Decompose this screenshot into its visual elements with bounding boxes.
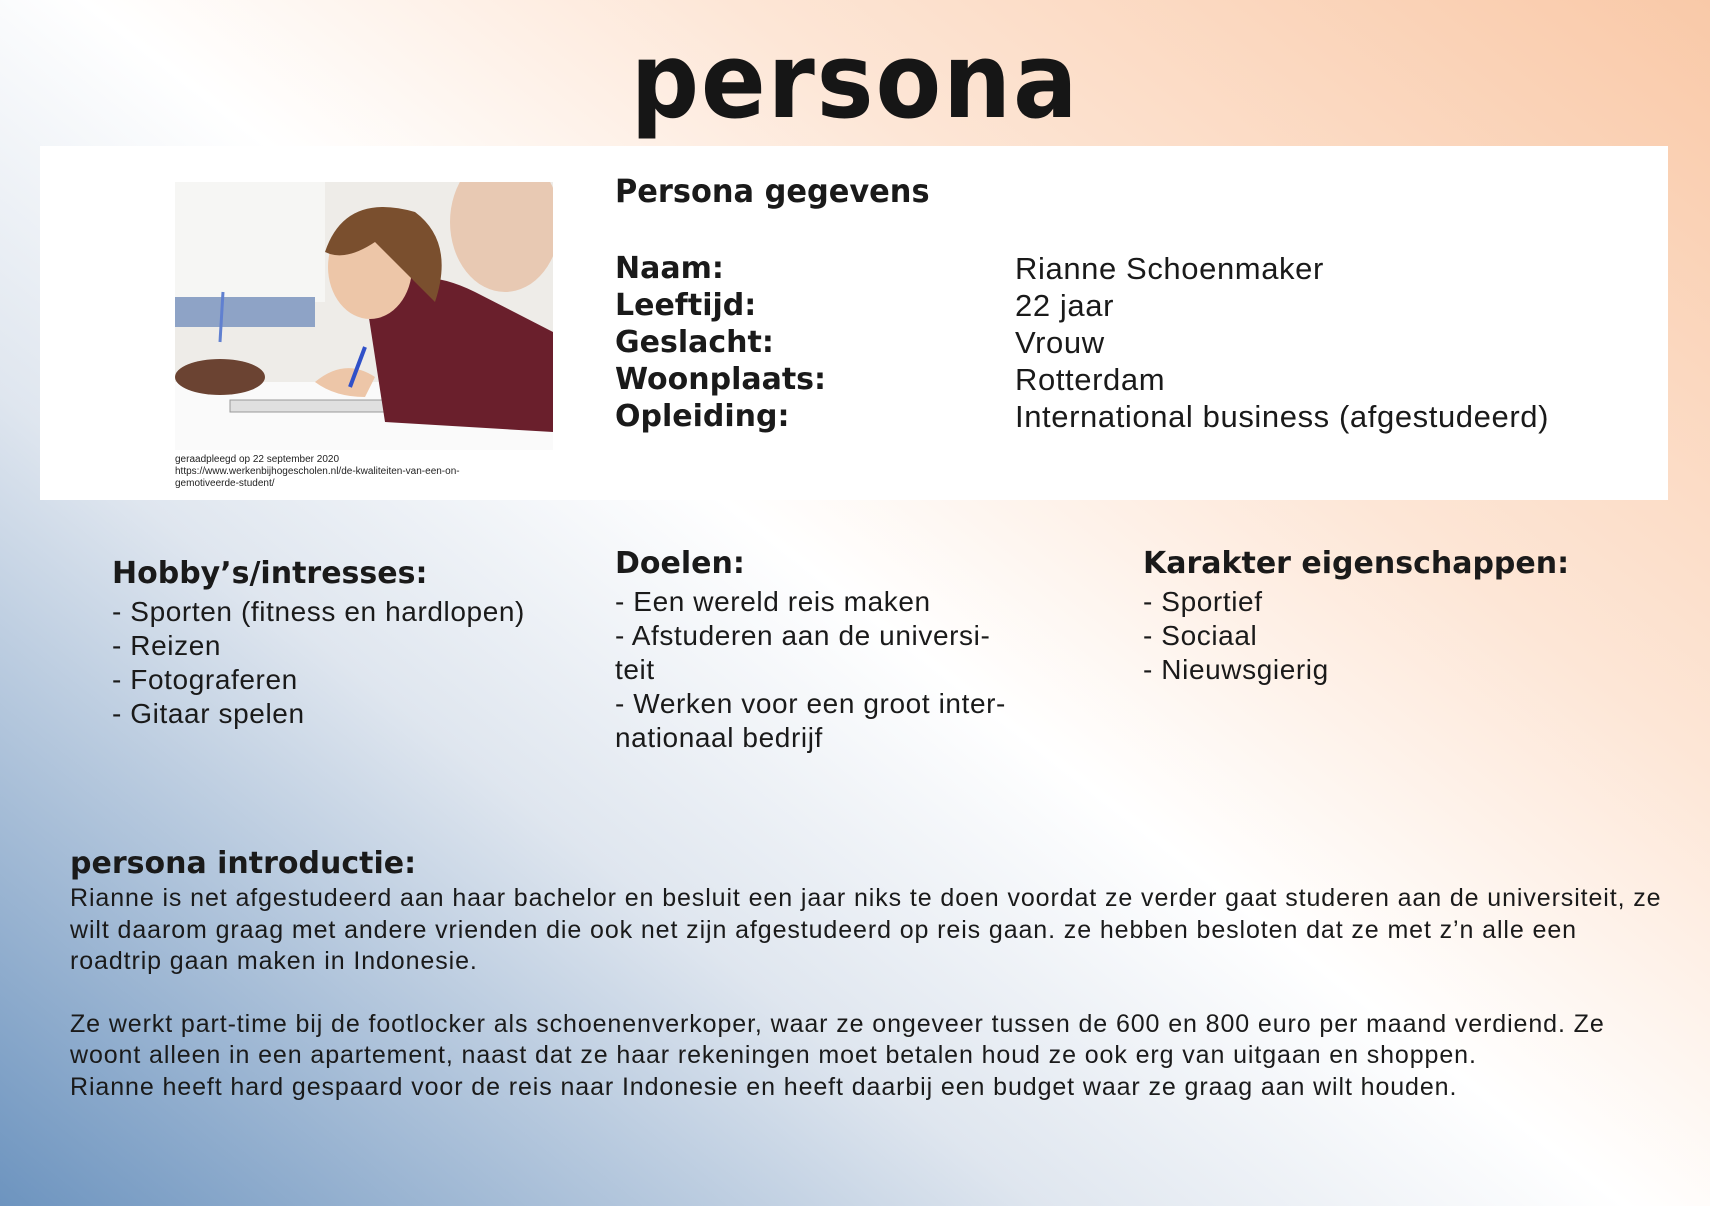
goals-section: Doelen: - Een wereld reis maken - Afstud… xyxy=(615,546,1045,755)
goals-list: - Een wereld reis maken - Afstuderen aan… xyxy=(615,585,1045,755)
list-item: - Sportief xyxy=(1143,586,1263,617)
intro-section: persona introductie: Rianne is net afges… xyxy=(70,846,1670,1103)
persona-data-heading: Persona gegevens xyxy=(615,172,930,210)
intro-paragraph: Ze werkt part-time bij de footlocker als… xyxy=(70,1009,1605,1070)
field-row-geslacht: Geslacht: Vrouw xyxy=(615,324,1635,361)
traits-list: - Sportief - Sociaal - Nieuwsgierig xyxy=(1143,585,1569,687)
hobbies-list: - Sporten (fitness en hardlopen) - Reize… xyxy=(112,595,525,731)
field-label: Geslacht: xyxy=(615,325,774,360)
field-label: Naam: xyxy=(615,251,724,286)
list-item: - Afstuderen aan de universi- teit xyxy=(615,620,991,685)
list-item: - Een wereld reis maken xyxy=(615,586,931,617)
field-value: Rianne Schoenmaker xyxy=(1015,250,1324,286)
field-value: Rotterdam xyxy=(1015,361,1166,397)
field-value: Vrouw xyxy=(1015,324,1105,360)
field-label: Leeftijd: xyxy=(615,288,757,323)
field-label: Woonplaats: xyxy=(615,362,827,397)
field-value: International business (afgestudeerd) xyxy=(1015,398,1550,434)
hobbies-heading: Hobby’s/intresses: xyxy=(112,556,428,591)
persona-fields: Naam: Rianne Schoenmaker Leeftijd: 22 ja… xyxy=(615,250,1635,435)
list-item: - Reizen xyxy=(112,630,222,661)
intro-heading: persona introductie: xyxy=(70,846,417,881)
list-item: - Sociaal xyxy=(1143,620,1258,651)
field-label: Opleiding: xyxy=(615,399,790,434)
intro-paragraph: Rianne heeft hard gespaard voor de reis … xyxy=(70,1072,1458,1101)
intro-paragraph: Rianne is net afgestudeerd aan haar bach… xyxy=(70,884,1662,975)
field-row-woonplaats: Woonplaats: Rotterdam xyxy=(615,361,1635,398)
caption-line: geraadpleegd op 22 september 2020 xyxy=(175,454,340,465)
list-item: - Fotograferen xyxy=(112,664,298,695)
caption-line: gemotiveerde-student/ xyxy=(175,478,275,489)
field-row-opleiding: Opleiding: International business (afges… xyxy=(615,398,1635,435)
field-row-leeftijd: Leeftijd: 22 jaar xyxy=(615,287,1635,324)
field-value: 22 jaar xyxy=(1015,287,1114,323)
list-item: - Sporten (fitness en hardlopen) xyxy=(112,596,525,627)
persona-card: geraadpleegd op 22 september 2020 https:… xyxy=(40,146,1668,500)
goals-heading: Doelen: xyxy=(615,546,745,581)
traits-heading: Karakter eigenschappen: xyxy=(1143,546,1570,581)
caption-line: https://www.werkenbijhogescholen.nl/de-k… xyxy=(175,466,460,477)
traits-section: Karakter eigenschappen: - Sportief - Soc… xyxy=(1143,546,1569,687)
hobbies-section: Hobby’s/intresses: - Sporten (fitness en… xyxy=(112,556,525,731)
list-item: - Werken voor een groot inter- nationaal… xyxy=(615,688,1006,753)
list-item: - Nieuwsgierig xyxy=(1143,654,1329,685)
page-title: persona xyxy=(630,20,1080,142)
photo-caption: geraadpleegd op 22 september 2020 https:… xyxy=(175,454,515,490)
persona-photo xyxy=(175,182,553,450)
list-item: - Gitaar spelen xyxy=(112,698,305,729)
field-row-naam: Naam: Rianne Schoenmaker xyxy=(615,250,1635,287)
